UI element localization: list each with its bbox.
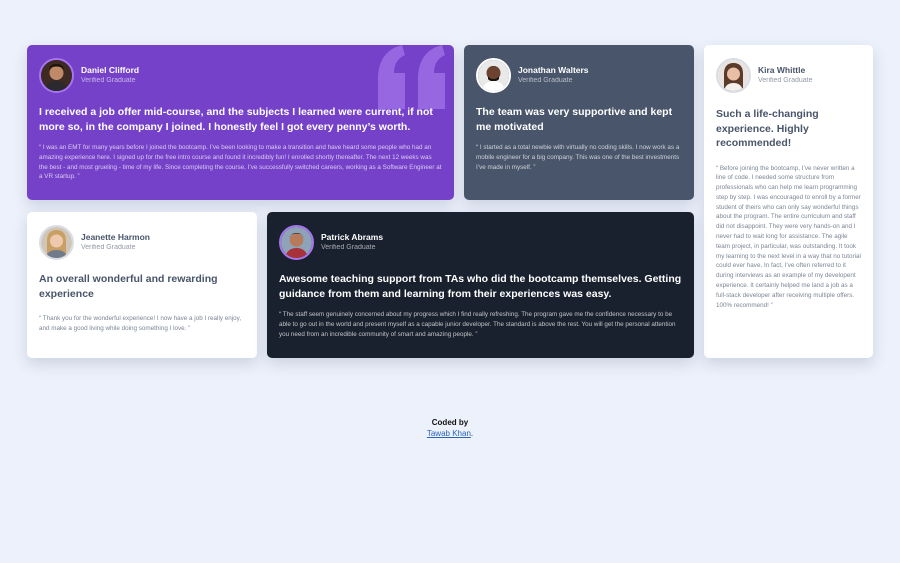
footer-suffix: . [470, 429, 474, 438]
testimonial-headline: Such a life-changing experience. Highly … [716, 108, 819, 149]
testimonial-body: “ Thank you for the wonderful experience… [39, 315, 242, 332]
testimonial-body: “ I was an EMT for many years before I j… [39, 144, 442, 181]
testimonial-body: “ Before joining the bootcamp, I’ve neve… [716, 164, 861, 309]
avatar [476, 57, 511, 93]
author-name: Kira Whittle [758, 64, 806, 75]
author-role: Verified Graduate [81, 243, 136, 251]
testimonial-body: “ I started as a total newbie with virtu… [476, 144, 680, 171]
avatar [39, 224, 74, 260]
author-block: Daniel Clifford Verified Graduate [39, 57, 442, 93]
author-role: Verified Graduate [518, 76, 573, 84]
author-block: Kira Whittle Verified Graduate [716, 57, 861, 93]
testimonial-card-jeanette: Jeanette Harmon Verified Graduate An ove… [27, 212, 257, 358]
author-name: Daniel Clifford [81, 64, 140, 75]
author-role: Verified Graduate [81, 76, 136, 84]
testimonial-headline: The team was very supportive and kept me… [476, 106, 673, 133]
testimonial-headline: Awesome teaching support from TAs who di… [279, 273, 682, 300]
author-link[interactable]: Tawab Khan [427, 429, 471, 438]
author-block: Patrick Abrams Verified Graduate [279, 224, 682, 260]
testimonial-card-jonathan: Jonathan Walters Verified Graduate The t… [464, 45, 694, 200]
testimonial-card-daniel: Daniel Clifford Verified Graduate I rece… [27, 45, 454, 200]
author-role: Verified Graduate [758, 76, 813, 84]
author-block: Jeanette Harmon Verified Graduate [39, 224, 245, 260]
author-block: Jonathan Walters Verified Graduate [476, 57, 682, 93]
testimonial-headline: I received a job offer mid-course, and t… [39, 106, 433, 133]
footer: Coded by Tawab Khan. [0, 417, 900, 439]
testimonial-card-patrick: Patrick Abrams Verified Graduate Awesome… [267, 212, 694, 358]
avatar [39, 57, 74, 93]
testimonial-body: “ The staff seem genuinely concerned abo… [279, 311, 676, 338]
testimonial-headline: An overall wonderful and rewarding exper… [39, 273, 218, 300]
testimonial-card-kira: Kira Whittle Verified Graduate Such a li… [704, 45, 873, 358]
author-name: Jeanette Harmon [81, 231, 150, 242]
avatar [716, 57, 751, 93]
footer-coded-by: Coded by [431, 418, 469, 427]
avatar [279, 224, 314, 260]
footer-credit: Tawab Khan. [0, 428, 900, 439]
author-role: Verified Graduate [321, 243, 376, 251]
author-name: Jonathan Walters [518, 64, 589, 75]
author-name: Patrick Abrams [321, 231, 384, 242]
